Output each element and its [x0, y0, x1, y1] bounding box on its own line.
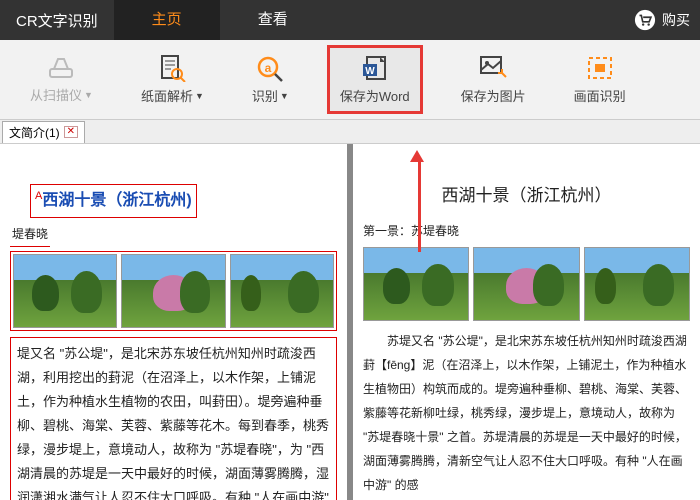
svg-text:W: W [365, 66, 375, 77]
left-heading-region: A西湖十景（浙江杭州) [30, 184, 197, 218]
buy-label[interactable]: 购买 [662, 10, 690, 30]
thumbnail [13, 254, 117, 328]
thumbnail [230, 254, 334, 328]
thumbnail [363, 247, 469, 321]
save-image-icon [478, 54, 508, 82]
titlebar: CR文字识别 主页 查看 购买 [0, 0, 700, 40]
toolbar: 从扫描仪▼ 纸面解析▼ a 识别▼ W 保存为Word 保存为图片 画面识别 [0, 40, 700, 120]
thumbnail [121, 254, 225, 328]
tool-screen-recognize[interactable]: 画面识别 [564, 48, 636, 111]
titlebar-right: 购买 [634, 9, 700, 31]
thumbnail [584, 247, 690, 321]
recognize-icon: a [255, 54, 285, 82]
tool-save-image[interactable]: 保存为图片 [451, 48, 536, 111]
app-name: CR文字识别 [0, 10, 114, 31]
left-text-region: 堤又名 "苏公堤"，是北宋苏东坡任杭州知州时疏浚西湖，利用挖出的葑泥（在沼泽上，… [10, 337, 337, 500]
thumbnail [473, 247, 579, 321]
right-heading: 西湖十景（浙江杭州） [363, 180, 690, 212]
right-image-row [363, 247, 690, 321]
right-pane: 西湖十景（浙江杭州） 第一景：苏堤春晓 苏堤又名 "苏公堤"，是北宋苏东坡任杭州… [353, 144, 700, 500]
workspace: A西湖十景（浙江杭州) 堤春晓 堤又名 "苏公堤"，是北宋苏东坡任杭州知州时疏浚… [0, 144, 700, 500]
left-subheading: 堤春晓 [10, 223, 50, 247]
screen-recognize-icon [585, 54, 615, 82]
tool-recognize[interactable]: a 识别▼ [242, 48, 299, 111]
scanner-icon [46, 55, 76, 81]
left-heading: 西湖十景（浙江杭州) [42, 192, 191, 209]
tool-from-scanner[interactable]: 从扫描仪▼ [20, 49, 103, 110]
right-paragraph: 苏堤又名 "苏公堤"，是北宋苏东坡任杭州知州时疏浚西湖葑【fēng】泥（在沼泽上… [363, 329, 690, 497]
right-sub1: 第一景：苏堤春晓 [363, 220, 690, 243]
left-pane: A西湖十景（浙江杭州) 堤春晓 堤又名 "苏公堤"，是北宋苏东坡任杭州知州时疏浚… [0, 144, 353, 500]
close-tab-icon[interactable]: ✕ [64, 126, 78, 138]
word-icon: W [360, 54, 390, 82]
left-image-region [10, 251, 337, 331]
document-tab[interactable]: 文简介(1) ✕ [2, 121, 85, 143]
tool-page-analysis[interactable]: 纸面解析▼ [131, 48, 214, 111]
tool-save-word[interactable]: W 保存为Word [327, 45, 423, 114]
page-analysis-icon [157, 54, 187, 82]
document-tabbar: 文简介(1) ✕ [0, 120, 700, 144]
tab-view[interactable]: 查看 [220, 0, 326, 40]
cart-icon[interactable] [634, 9, 656, 31]
svg-text:a: a [265, 61, 272, 75]
tab-home[interactable]: 主页 [114, 0, 220, 40]
